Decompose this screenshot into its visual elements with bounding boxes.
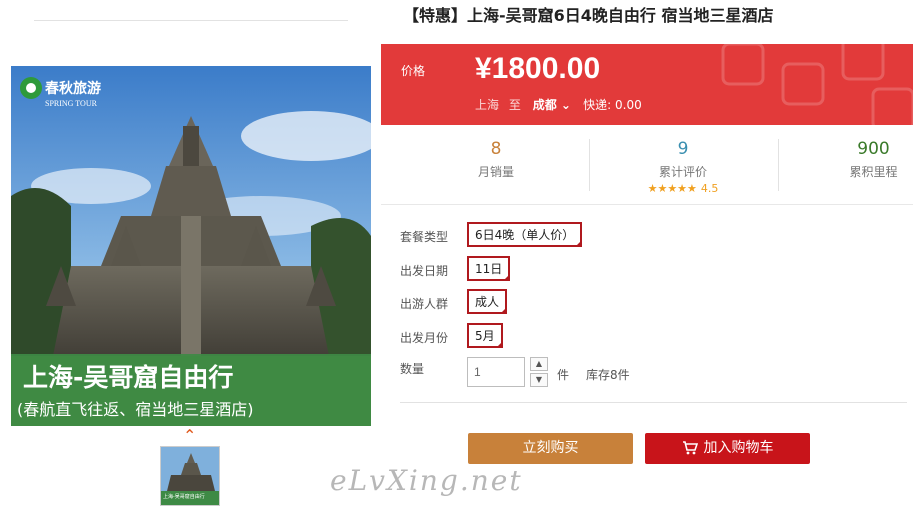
option-value: 6日4晚（单人价） (475, 228, 575, 242)
price-value: ¥1800.00 (475, 52, 601, 85)
brand-logo: 春秋旅游 SPRING TOUR (45, 78, 101, 108)
add-to-cart-button[interactable]: 加入购物车 (645, 433, 810, 464)
quantity-increment-button[interactable]: ▲ (530, 357, 548, 371)
image-headline: 上海-吴哥窟自由行 (23, 363, 234, 392)
quantity-input[interactable] (467, 357, 525, 387)
option-date-selected[interactable]: 11日 ✓ (467, 256, 511, 281)
product-thumbnail[interactable]: 上海-吴哥窟自由行 (160, 446, 220, 506)
product-details: 【特惠】上海-吴哥窟6日4晚自由行 宿当地三星酒店 价格 ¥1800.00 上海… (381, 0, 913, 514)
thumbnail-caption: 上海-吴哥窟自由行 (163, 494, 205, 500)
cart-icon (682, 441, 698, 455)
stats-bar: 8 月销量 9 累计评价 ★★★★★ 4.5 900 累积里程 (381, 125, 913, 205)
brand-cn: 春秋旅游 (45, 82, 101, 97)
thumb-prev-arrow-icon[interactable]: ⌃ (183, 428, 196, 444)
monthly-sales-value: 8 (490, 139, 502, 159)
brand-en: SPRING TOUR (45, 99, 97, 108)
stat-monthly-sales: 8 月销量 (461, 139, 531, 180)
rating-score: 4.5 (700, 182, 719, 195)
points-value: 900 (857, 139, 890, 159)
option-label-month: 出发月份 (400, 331, 449, 345)
decorative-pattern-icon (721, 44, 913, 125)
option-value: 11日 (475, 262, 503, 276)
gallery-divider (34, 20, 348, 21)
section-divider (400, 402, 907, 403)
quantity-label: 数量 (400, 362, 425, 376)
rating-stars: ★★★★★ 4.5 (643, 182, 723, 195)
stat-points: 900 累积里程 (836, 139, 911, 180)
option-travelers-selected[interactable]: 成人 ✓ (467, 289, 508, 314)
option-label-date: 出发日期 (400, 264, 449, 278)
stat-divider (589, 139, 590, 191)
route-to-word: 至 (508, 98, 521, 112)
points-label: 累积里程 (849, 165, 898, 179)
main-product-image[interactable]: 春秋旅游 SPRING TOUR 上海-吴哥窟自由行 (春航直飞往返、宿当地三星… (11, 66, 371, 426)
option-value: 5月 (475, 329, 495, 343)
stat-divider (778, 139, 779, 191)
star-icon: ★★★★★ (647, 182, 697, 195)
route-from: 上海 (475, 98, 500, 112)
option-label-package: 套餐类型 (400, 230, 449, 244)
stat-reviews[interactable]: 9 累计评价 ★★★★★ 4.5 (643, 139, 723, 195)
product-title: 【特惠】上海-吴哥窟6日4晚自由行 宿当地三星酒店 (403, 6, 774, 25)
monthly-sales-label: 月销量 (477, 165, 514, 179)
add-to-cart-label: 加入购物车 (703, 440, 774, 456)
option-value: 成人 (475, 295, 500, 309)
chevron-down-icon: ⌄ (560, 98, 571, 112)
image-subline: (春航直飞往返、宿当地三星酒店) (17, 400, 254, 419)
stock-count: 库存8件 (586, 368, 630, 382)
reviews-label: 累计评价 (658, 165, 707, 179)
destination-city-select[interactable]: 成都 ⌄ (533, 98, 575, 112)
option-label-travelers: 出游人群 (400, 297, 449, 311)
site-watermark: eLvXing.net (330, 464, 523, 497)
quantity-unit: 件 (557, 368, 570, 382)
buy-now-button[interactable]: 立刻购买 (468, 433, 633, 464)
shipping-fee: 快递: 0.00 (583, 98, 642, 112)
destination-city: 成都 (532, 98, 557, 112)
delivery-route: 上海 至 成都 ⌄ 快递: 0.00 (475, 96, 642, 113)
quantity-decrement-button[interactable]: ▼ (530, 373, 548, 387)
product-gallery: 春秋旅游 SPRING TOUR 上海-吴哥窟自由行 (春航直飞往返、宿当地三星… (0, 0, 381, 514)
reviews-value: 9 (677, 139, 689, 159)
price-label: 价格 (401, 64, 426, 78)
option-month-selected[interactable]: 5月 ✓ (467, 323, 503, 348)
option-package-selected[interactable]: 6日4晚（单人价） ✓ (467, 222, 583, 247)
price-panel: 价格 ¥1800.00 上海 至 成都 ⌄ 快递: 0.00 (381, 44, 913, 125)
